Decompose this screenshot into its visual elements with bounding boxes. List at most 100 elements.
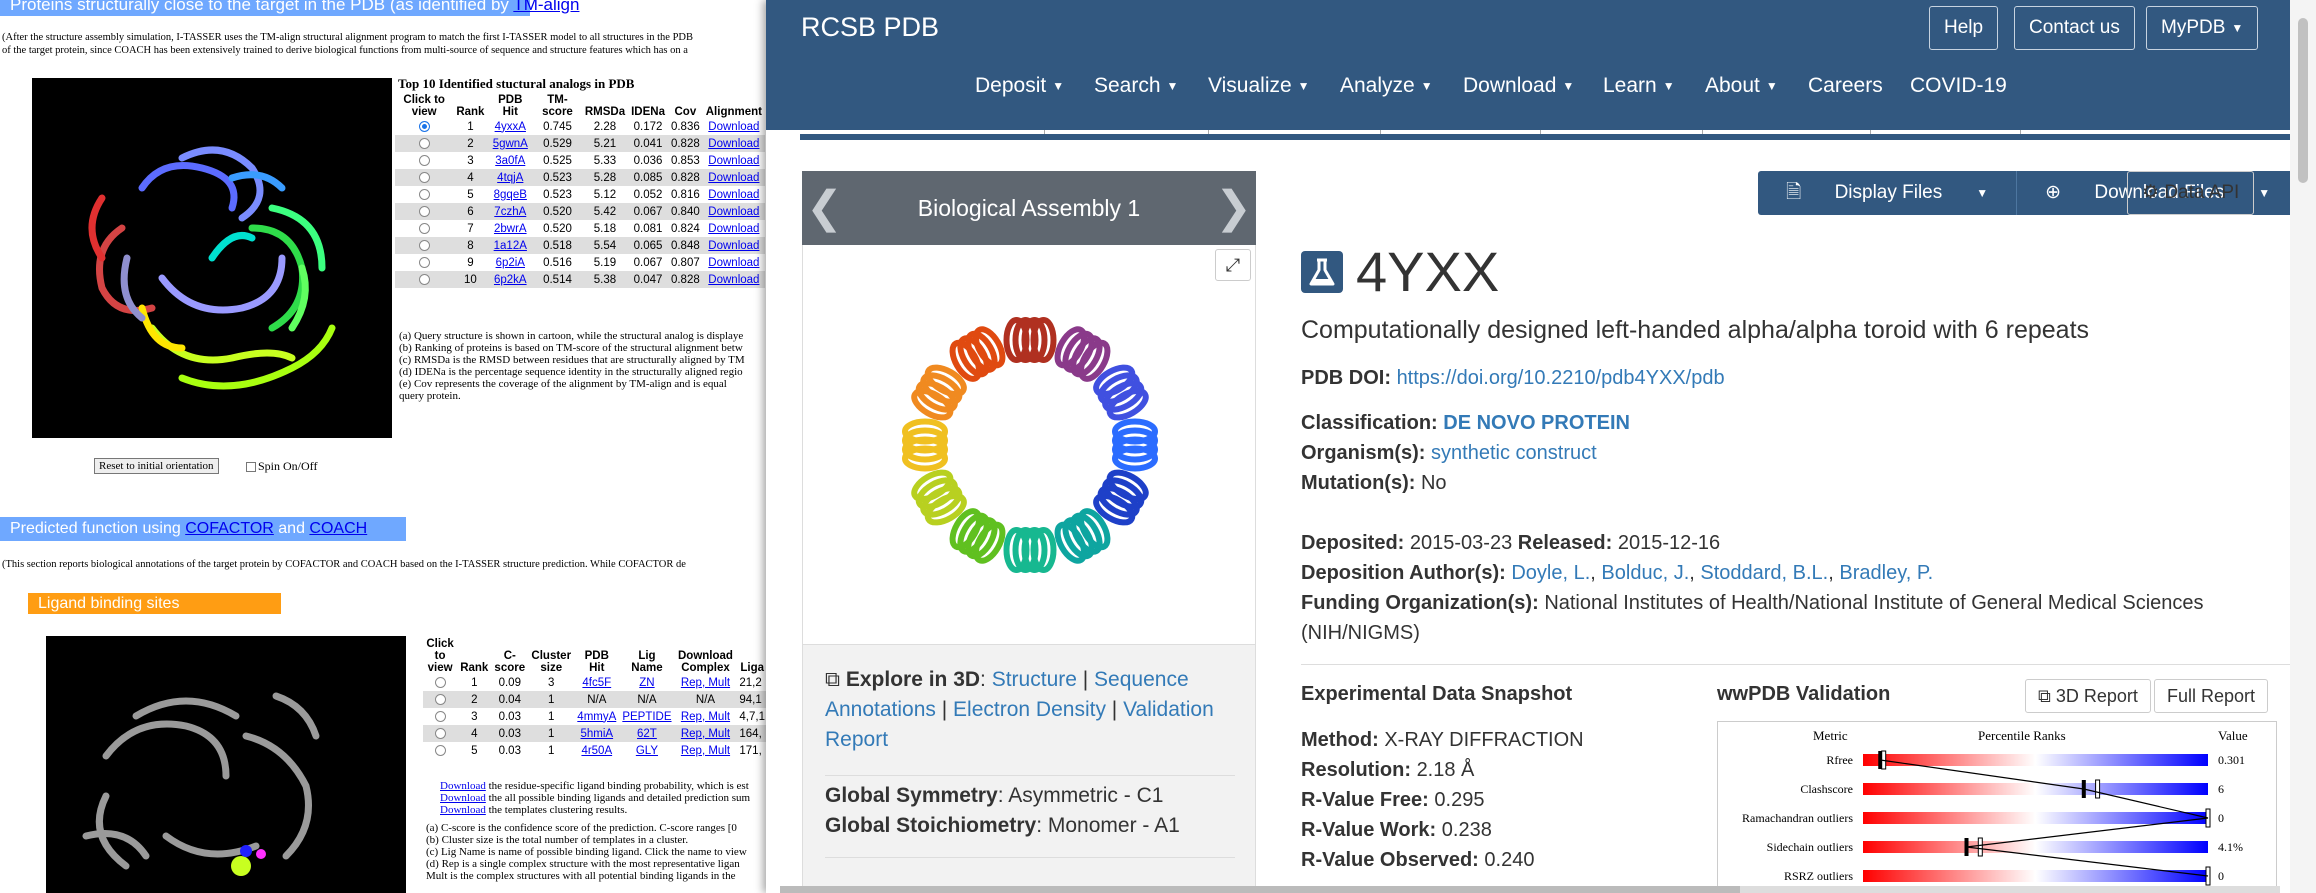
lig-name-link[interactable]: GLY bbox=[636, 745, 658, 757]
pdb-hit-link[interactable]: 6p2kA bbox=[494, 274, 527, 286]
rcsb-page: RCSB PDB Help Contact us MyPDB ▼ Deposit ▼… bbox=[766, 0, 2316, 893]
author-link[interactable]: Doyle, L. bbox=[1511, 562, 1590, 584]
scroll-thumb[interactable] bbox=[780, 886, 1740, 893]
menu-deposit[interactable]: Deposit ▼ bbox=[975, 74, 1064, 98]
menu-learn[interactable]: Learn ▼ bbox=[1603, 74, 1675, 98]
pdb-hit-link[interactable]: 1a12A bbox=[494, 240, 527, 252]
pdb-hit-link[interactable]: 5gwnA bbox=[493, 138, 528, 150]
pdb-hit-link[interactable]: 6p2iA bbox=[496, 257, 525, 269]
pdb-hit-link[interactable]: 8gqeB bbox=[494, 189, 527, 201]
expand-icon[interactable]: ⤢ bbox=[1215, 249, 1251, 281]
prev-arrow-icon[interactable]: ❮ bbox=[806, 171, 843, 245]
view-radio[interactable] bbox=[434, 710, 446, 722]
pdb-hit-link[interactable]: 4r50A bbox=[581, 745, 612, 757]
rcsb-logo[interactable]: RCSB PDB bbox=[801, 12, 939, 43]
mypdb-button[interactable]: MyPDB ▼ bbox=[2146, 6, 2259, 50]
view-radio-cell bbox=[423, 708, 457, 725]
explore-structure-link[interactable]: Structure bbox=[992, 668, 1077, 691]
assembly-image[interactable] bbox=[803, 245, 1257, 645]
download-alignment-link[interactable]: Download bbox=[708, 240, 759, 252]
horizontal-scrollbar[interactable] bbox=[780, 886, 2280, 893]
menu-search[interactable]: Search ▼ bbox=[1094, 74, 1178, 98]
download-complex-link[interactable]: Rep, Mult bbox=[681, 728, 730, 740]
view-radio-cell bbox=[395, 203, 454, 220]
coach-link[interactable]: COACH bbox=[309, 520, 367, 537]
download-alignment-link[interactable]: Download bbox=[708, 274, 759, 286]
view-radio[interactable] bbox=[418, 120, 430, 132]
pdb-hit-link[interactable]: 7czhA bbox=[494, 206, 526, 218]
author-link[interactable]: Bradley, P. bbox=[1839, 562, 1933, 584]
download-link[interactable]: Download bbox=[440, 780, 486, 792]
view-radio[interactable] bbox=[418, 137, 430, 149]
download-complex-link[interactable]: Rep, Mult bbox=[681, 745, 730, 757]
download-alignment-link[interactable]: Download bbox=[708, 138, 759, 150]
explore-electron-density-link[interactable]: Electron Density bbox=[953, 698, 1106, 721]
query-structure-viewer[interactable] bbox=[32, 78, 392, 438]
download-alignment-link[interactable]: Download bbox=[708, 223, 759, 235]
download-complex-link[interactable]: Rep, Mult bbox=[681, 677, 730, 689]
scroll-thumb[interactable] bbox=[2298, 18, 2308, 183]
data-api-button[interactable]: ⚙ Data API bbox=[2127, 171, 2255, 215]
lig-name-link[interactable]: 62T bbox=[637, 728, 657, 740]
lig-name-link[interactable]: ZN bbox=[639, 677, 654, 689]
view-radio[interactable] bbox=[418, 273, 430, 285]
view-radio[interactable] bbox=[418, 154, 430, 166]
contact-us-button[interactable]: Contact us bbox=[2014, 6, 2135, 50]
view-radio[interactable] bbox=[418, 256, 430, 268]
doi-link[interactable]: https://doi.org/10.2210/pdb4YXX/pdb bbox=[1397, 367, 1725, 389]
download-alignment-link[interactable]: Download bbox=[708, 155, 759, 167]
download-complex-link[interactable]: Rep, Mult bbox=[681, 711, 730, 723]
pdb-hit-link[interactable]: 2bwrA bbox=[494, 223, 527, 235]
pdb-hit-link[interactable]: 4tqjA bbox=[497, 172, 523, 184]
view-radio[interactable] bbox=[418, 188, 430, 200]
menu-visualize[interactable]: Visualize ▼ bbox=[1208, 74, 1310, 98]
spin-checkbox[interactable] bbox=[246, 462, 256, 473]
author-link[interactable]: Stoddard, B.L. bbox=[1700, 562, 1828, 584]
download-alignment-link[interactable]: Download bbox=[708, 189, 759, 201]
view-radio[interactable] bbox=[418, 222, 430, 234]
menu-about[interactable]: About ▼ bbox=[1705, 74, 1778, 98]
download-link[interactable]: Download bbox=[440, 792, 486, 804]
3d-report-button[interactable]: ⧉ 3D Report bbox=[2025, 679, 2151, 713]
organism-link[interactable]: synthetic construct bbox=[1431, 442, 1597, 464]
pdb-hit-link[interactable]: 4mmyA bbox=[577, 711, 616, 723]
display-files-button[interactable]: 🗎 Display Files ▼ bbox=[1758, 171, 2016, 215]
download-alignment-link[interactable]: Download bbox=[708, 121, 759, 133]
menu-careers[interactable]: Careers bbox=[1808, 74, 1883, 98]
classification-link[interactable]: DE NOVO PROTEIN bbox=[1443, 412, 1630, 434]
menu-covid19[interactable]: COVID-19 bbox=[1910, 74, 2007, 98]
explore-annotations-link[interactable]: Annotations bbox=[825, 698, 936, 721]
cofactor-link[interactable]: COFACTOR bbox=[185, 520, 274, 537]
menu-download[interactable]: Download ▼ bbox=[1463, 74, 1574, 98]
spin-toggle[interactable]: Spin On/Off bbox=[246, 460, 317, 473]
validation-slider-graphic[interactable]: Metric Percentile Ranks Value Rfree 0.301 Cla… bbox=[1717, 721, 2277, 893]
view-radio[interactable] bbox=[418, 205, 430, 217]
view-radio[interactable] bbox=[434, 693, 446, 705]
explore-sequence-link[interactable]: Sequence bbox=[1094, 668, 1189, 691]
pdb-hit-link[interactable]: 5hmiA bbox=[580, 728, 613, 740]
download-alignment-link[interactable]: Download bbox=[708, 257, 759, 269]
reset-orientation-button[interactable]: Reset to initial orientation bbox=[94, 458, 219, 474]
pdb-hit-link[interactable]: 4yxxA bbox=[495, 121, 526, 133]
download-link[interactable]: Download bbox=[440, 804, 486, 816]
view-radio[interactable] bbox=[418, 171, 430, 183]
help-button[interactable]: Help bbox=[1929, 6, 1999, 50]
lig-name-link[interactable]: PEPTIDE bbox=[622, 711, 671, 723]
view-radio[interactable] bbox=[434, 676, 446, 688]
pdb-hit-link[interactable]: 4fc5F bbox=[582, 677, 611, 689]
tm-align-link[interactable]: TM-align bbox=[513, 0, 579, 14]
author-link[interactable]: Bolduc, J. bbox=[1601, 562, 1689, 584]
validation-percentile-chart: Metric Percentile Ranks Value Rfree 0.301 Cla… bbox=[1742, 728, 2248, 886]
ligand-structure-viewer[interactable] bbox=[46, 636, 406, 893]
view-radio[interactable] bbox=[418, 239, 430, 251]
view-radio[interactable] bbox=[434, 727, 446, 739]
view-radio[interactable] bbox=[434, 744, 446, 756]
vertical-scrollbar[interactable] bbox=[2290, 0, 2316, 893]
download-alignment-link[interactable]: Download bbox=[708, 172, 759, 184]
percentile-bar bbox=[1863, 841, 2208, 853]
next-arrow-icon[interactable]: ❯ bbox=[1215, 171, 1252, 245]
full-report-button[interactable]: Full Report bbox=[2154, 679, 2269, 713]
menu-analyze[interactable]: Analyze ▼ bbox=[1340, 74, 1433, 98]
download-alignment-link[interactable]: Download bbox=[708, 206, 759, 218]
pdb-hit-link[interactable]: 3a0fA bbox=[495, 155, 525, 167]
